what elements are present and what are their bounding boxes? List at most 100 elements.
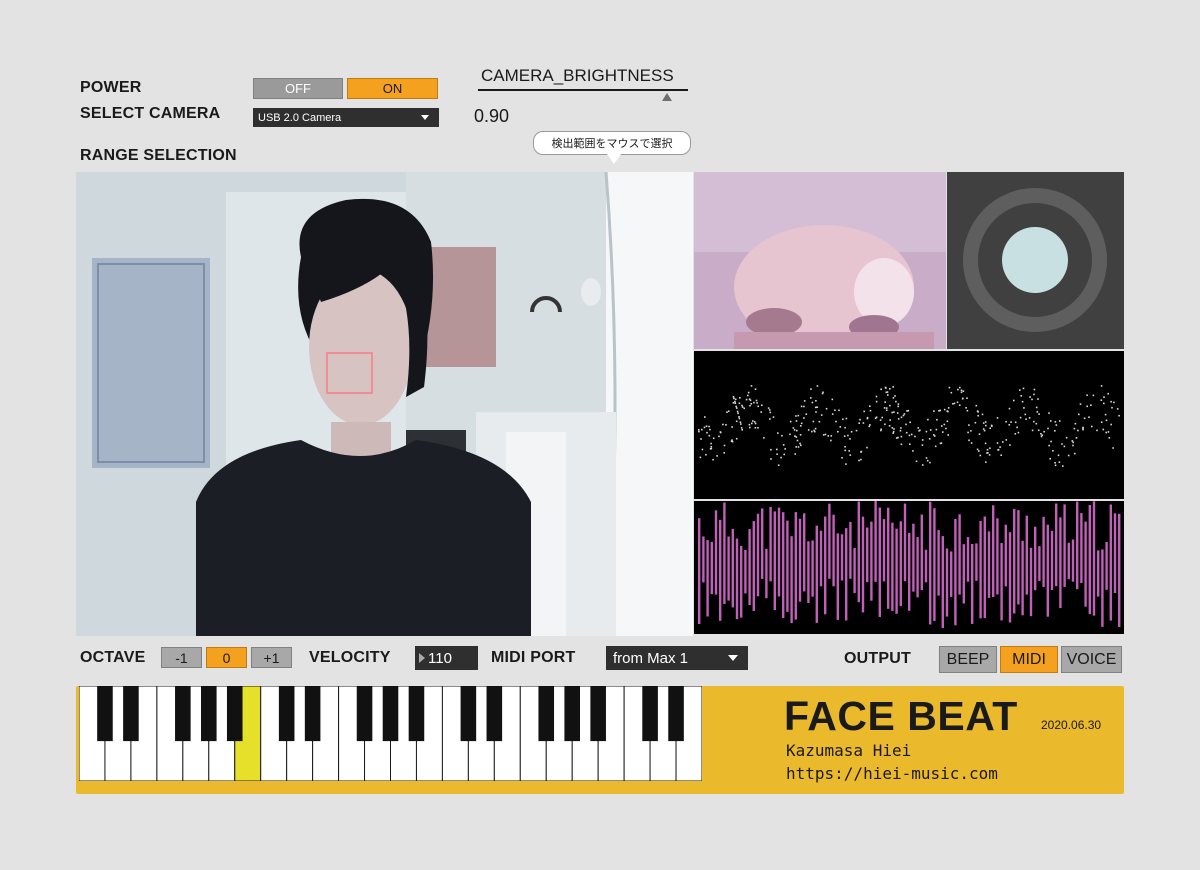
pitch-dot [739,421,742,423]
pitch-dot [739,397,741,399]
pitch-dot [763,437,765,439]
output-voice-button[interactable]: VOICE [1061,646,1122,673]
pitch-dot [1058,461,1061,463]
waveform-bar [1080,513,1083,584]
power-on-button[interactable]: ON [347,78,438,99]
waveform-bar [996,518,999,595]
pitch-dot [938,410,940,412]
output-selector[interactable]: BEEP MIDI VOICE [939,646,1124,673]
piano-black-key[interactable] [97,686,113,742]
midi-port-dropdown[interactable]: from Max 1 [606,646,748,670]
pitch-dot [943,408,946,411]
piano-black-key[interactable] [304,686,321,742]
pitch-dot [1047,427,1049,430]
piano-black-key[interactable] [460,686,477,742]
pitch-dot [794,453,796,455]
pitch-dot [769,418,771,420]
range-selection-label: RANGE SELECTION [80,147,237,164]
waveform-bar [740,545,743,618]
camera-view[interactable] [76,172,693,636]
pitch-dot [1100,421,1103,423]
pitch-dot [1092,394,1095,397]
piano-black-key[interactable] [538,686,555,742]
waveform-bar [912,523,915,592]
pitch-dot [794,435,796,437]
pitch-dot [1096,429,1098,432]
pitch-dot [894,395,896,397]
pitch-dot [900,443,903,446]
piano-keys[interactable] [78,685,703,782]
author-url[interactable]: https://hiei-music.com [786,764,998,783]
power-toggle[interactable]: OFF ON [253,78,438,99]
pitch-dot [753,401,755,404]
waveform-bar [1021,540,1024,616]
pitch-dot [800,422,803,425]
piano-keyboard[interactable] [78,685,703,782]
waveform-bar [794,512,797,620]
piano-black-key[interactable] [486,686,503,742]
pitch-dot [750,385,753,387]
pitch-dot [795,446,797,448]
pitch-dot [712,458,714,461]
waveform-bar [878,507,881,617]
pitch-dot [795,415,797,417]
brightness-slider[interactable] [478,89,688,91]
octave-zero-button[interactable]: 0 [206,647,247,668]
piano-black-key[interactable] [590,686,606,742]
pitch-dot [897,418,900,420]
pitch-dot [745,398,748,401]
pitch-dot [741,404,743,407]
waveform-bar [786,520,789,612]
output-midi-button[interactable]: MIDI [1000,646,1058,673]
piano-black-key[interactable] [564,686,580,742]
piano-black-key[interactable] [408,686,425,742]
pitch-dot [732,396,735,398]
pitch-dot [754,388,757,390]
pitch-dot [1090,404,1092,406]
pitch-dot [844,446,846,448]
pitch-dot [888,425,891,427]
waveform-bar [1097,550,1100,597]
octave-minus-button[interactable]: -1 [161,647,202,668]
velocity-number-box[interactable]: 110 [415,646,478,670]
piano-black-key[interactable] [668,686,684,742]
pitch-dot [815,411,817,413]
pitch-dot [880,388,882,391]
pitch-dot [747,394,749,397]
brightness-slider-handle[interactable] [662,93,672,101]
pitch-dot [1022,387,1025,390]
pitch-dot [751,422,753,425]
octave-selector[interactable]: -1 0 +1 [161,647,292,668]
pitch-dot [843,435,846,437]
waveform-bar [899,521,902,607]
pitch-dot [968,439,970,442]
waveform-bar [937,530,940,596]
pitch-dot [814,427,817,430]
waveform-bar [773,511,776,611]
piano-black-key[interactable] [226,686,243,742]
pitch-dot [800,444,802,447]
pitch-dot [749,404,751,407]
piano-black-key[interactable] [642,686,658,742]
piano-black-key[interactable] [175,686,191,742]
waveform-bar [975,543,978,581]
piano-black-key[interactable] [356,686,373,742]
output-beep-button[interactable]: BEEP [939,646,997,673]
piano-black-key[interactable] [123,686,139,742]
waveform-bar [1017,510,1020,605]
piano-black-key[interactable] [201,686,217,742]
waveform-bar [714,510,718,595]
pitch-dot [1028,417,1031,419]
pitch-dot [958,404,961,406]
pitch-dot [897,405,899,408]
piano-black-key[interactable] [278,686,295,742]
camera-dropdown[interactable]: USB 2.0 Camera [253,108,439,127]
waveform-bar [845,528,848,621]
octave-plus-button[interactable]: +1 [251,647,292,668]
pitch-dot [839,426,842,428]
pitch-dot [849,438,851,440]
piano-black-key[interactable] [382,686,399,742]
power-off-button[interactable]: OFF [253,78,343,99]
pitch-dot [752,420,754,422]
pitch-dot [777,432,779,434]
